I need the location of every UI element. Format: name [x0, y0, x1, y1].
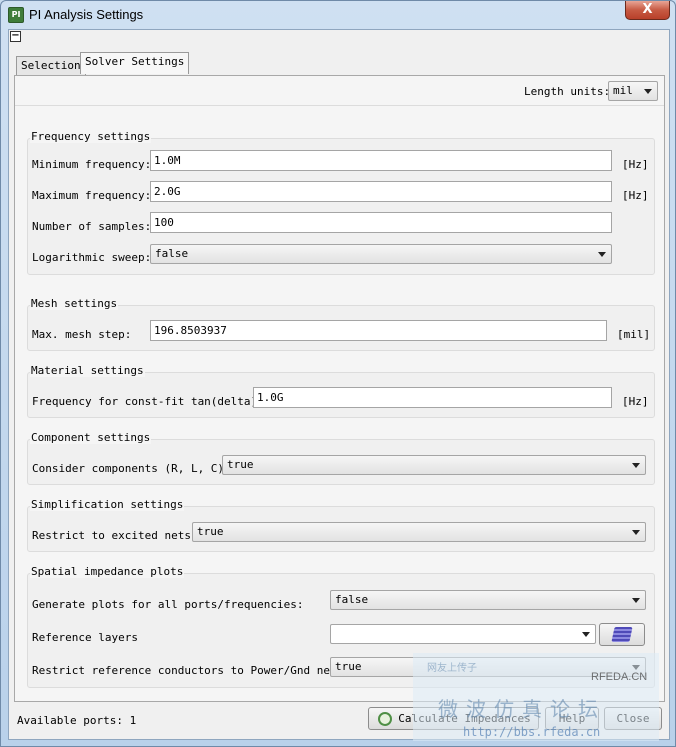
length-units-label: Length units:	[524, 85, 611, 98]
max-frequency-input[interactable]: 2.0G	[150, 181, 612, 202]
group-title: Frequency settings	[30, 130, 152, 143]
consider-components-value: true	[227, 458, 254, 471]
dialog-client-area: − Selection Solver Settings Length units…	[8, 29, 670, 740]
mesh-step-label: Max. mesh step:	[32, 328, 132, 341]
generate-plots-select[interactable]: false	[330, 590, 646, 610]
pi-analysis-settings-window: PI PI Analysis Settings X − Selection So…	[0, 0, 676, 747]
material-settings-group: Material settings Frequency for const-fi…	[27, 364, 655, 418]
length-units-value: mil	[613, 84, 633, 97]
group-title: Simplification settings	[30, 498, 185, 511]
mesh-step-unit: [mil]	[617, 328, 651, 341]
samples-label: Number of samples:	[32, 220, 152, 233]
window-title: PI Analysis Settings	[29, 7, 144, 22]
samples-input[interactable]: 100	[150, 212, 612, 233]
generate-plots-value: false	[335, 593, 369, 606]
chevron-down-icon	[582, 632, 590, 637]
const-fit-label: Frequency for const-fit tan(delta):	[32, 395, 264, 408]
reference-layers-label: Reference layers	[32, 631, 138, 644]
spatial-impedance-group: Spatial impedance plots Generate plots f…	[27, 565, 655, 688]
simplification-settings-group: Simplification settings Restrict to exci…	[27, 498, 655, 552]
min-frequency-unit: [Hz]	[622, 158, 649, 171]
log-sweep-label: Logarithmic sweep:	[32, 251, 152, 264]
consider-components-select[interactable]: true	[222, 455, 646, 475]
log-sweep-value: false	[155, 247, 189, 260]
mesh-step-input[interactable]: 196.8503937	[150, 320, 607, 341]
layers-icon	[611, 627, 633, 642]
group-title: Spatial impedance plots	[30, 565, 185, 578]
chevron-down-icon	[632, 598, 640, 603]
max-frequency-unit: [Hz]	[622, 189, 649, 202]
solver-settings-panel: Length units: mil Frequency settings Min…	[14, 75, 665, 702]
max-frequency-label: Maximum frequency:	[32, 189, 152, 202]
title-bar[interactable]: PI PI Analysis Settings X	[1, 1, 675, 29]
calculate-impedances-button[interactable]: Calculate Impedances	[368, 707, 539, 730]
const-fit-input[interactable]: 1.0G	[253, 387, 612, 408]
close-button[interactable]: Close	[604, 707, 662, 730]
chevron-down-icon	[632, 665, 640, 670]
chevron-down-icon	[632, 530, 640, 535]
component-settings-group: Component settings Consider components (…	[27, 431, 655, 485]
length-units-row: Length units: mil	[15, 76, 664, 106]
restrict-excited-value: true	[197, 525, 224, 538]
available-ports-text: Available ports: 1	[17, 714, 137, 727]
restrict-conductors-select[interactable]: true	[330, 657, 646, 677]
group-title: Mesh settings	[30, 297, 119, 310]
layers-button[interactable]	[599, 623, 645, 646]
restrict-conductors-value: true	[335, 660, 362, 673]
calculate-icon	[378, 712, 392, 726]
min-frequency-input[interactable]: 1.0M	[150, 150, 612, 171]
chevron-down-icon	[644, 89, 652, 94]
min-frequency-label: Minimum frequency:	[32, 158, 152, 171]
calculate-label: Calculate Impedances	[398, 712, 531, 725]
chevron-down-icon	[632, 463, 640, 468]
group-title: Material settings	[30, 364, 145, 377]
mesh-settings-group: Mesh settings Max. mesh step: 196.850393…	[27, 297, 655, 351]
app-icon: PI	[8, 7, 24, 23]
restrict-excited-label: Restrict to excited nets:	[32, 529, 198, 542]
help-button[interactable]: Help	[545, 707, 599, 730]
length-units-select[interactable]: mil	[608, 81, 658, 101]
log-sweep-select[interactable]: false	[150, 244, 612, 264]
collapse-icon[interactable]: −	[10, 31, 21, 42]
tab-selection[interactable]: Selection	[16, 56, 86, 75]
window-close-button[interactable]: X	[625, 1, 670, 20]
consider-components-label: Consider components (R, L, C):	[32, 462, 231, 475]
chevron-down-icon	[598, 252, 606, 257]
generate-plots-label: Generate plots for all ports/frequencies…	[32, 598, 304, 611]
restrict-conductors-label: Restrict reference conductors to Power/G…	[32, 664, 350, 677]
const-fit-unit: [Hz]	[622, 395, 649, 408]
tab-solver-settings[interactable]: Solver Settings	[80, 52, 190, 74]
reference-layers-select[interactable]	[330, 624, 596, 644]
restrict-excited-select[interactable]: true	[192, 522, 646, 542]
group-title: Component settings	[30, 431, 152, 444]
frequency-settings-group: Frequency settings Minimum frequency: 1.…	[27, 130, 655, 275]
